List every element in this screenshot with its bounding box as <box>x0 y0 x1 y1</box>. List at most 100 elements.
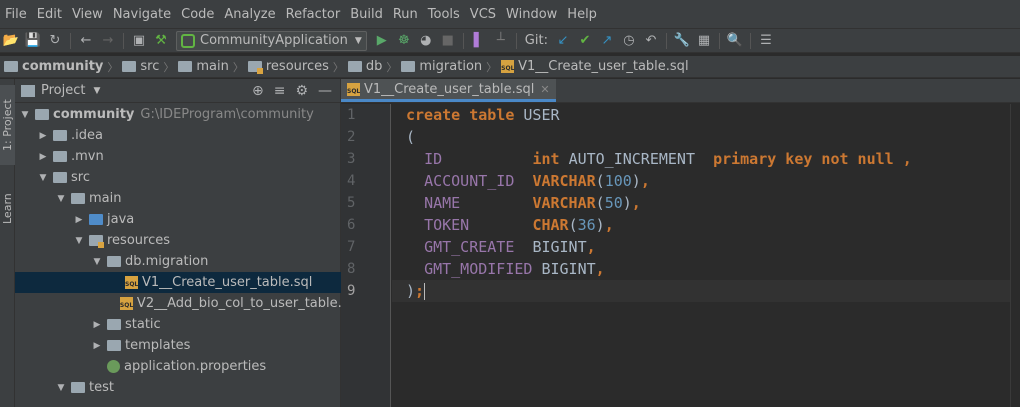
line-number: 3 <box>347 151 356 167</box>
tree-item-label: db.migration <box>125 254 209 269</box>
menu-help[interactable]: Help <box>562 0 602 29</box>
build-project-icon[interactable]: ▌ <box>468 30 490 52</box>
toolbar-divider <box>718 32 720 49</box>
learn-tool-window-button[interactable]: Learn <box>0 179 15 239</box>
menu-run[interactable]: Run <box>388 0 423 29</box>
menu-navigate[interactable]: Navigate <box>108 0 176 29</box>
collapsed-arrow-icon[interactable]: ▶ <box>91 320 103 330</box>
back-arrow-icon[interactable]: ← <box>75 30 97 52</box>
debug-icon[interactable]: ☸ <box>393 30 415 52</box>
menu-build[interactable]: Build <box>345 0 388 29</box>
chevron-down-icon: ▼ <box>354 35 362 46</box>
breadcrumb-item-file[interactable]: SQL V1__Create_user_table.sql <box>501 59 689 74</box>
expanded-arrow-icon[interactable]: ▼ <box>73 236 85 246</box>
menu-tools[interactable]: Tools <box>423 0 465 29</box>
collapsed-arrow-icon[interactable]: ▶ <box>91 341 103 351</box>
breadcrumb-item-resources[interactable]: resources <box>247 59 329 74</box>
tree-row-resources[interactable]: ▼ resources <box>15 230 341 251</box>
tree-item-label: .idea <box>71 128 103 143</box>
line-number: 9 <box>347 283 356 299</box>
tree-row-mvn[interactable]: ▶ .mvn <box>15 146 341 167</box>
collapsed-arrow-icon[interactable]: ▶ <box>73 215 85 225</box>
git-commit-icon[interactable]: ✔ <box>574 30 596 52</box>
folder-icon <box>107 340 121 351</box>
menu-window[interactable]: Window <box>501 0 562 29</box>
tree-row-v1-create-user-table-sql[interactable]: ▶SQLV1__Create_user_table.sql <box>15 272 341 293</box>
gear-icon[interactable]: ⚙ <box>295 83 308 99</box>
line-number: 4 <box>347 173 356 189</box>
breadcrumb-item-main[interactable]: main <box>178 59 229 74</box>
settings-wrench-icon[interactable]: 🔧 <box>671 30 693 52</box>
chevron-right-icon: 〉 <box>232 60 244 74</box>
git-push-icon[interactable]: ↗ <box>596 30 618 52</box>
tree-row-static[interactable]: ▶ static <box>15 314 341 335</box>
breadcrumb-item-src[interactable]: src <box>122 59 159 74</box>
chevron-down-icon[interactable]: ▼ <box>93 86 100 96</box>
chevron-right-icon: 〉 <box>163 60 175 74</box>
line-number: 8 <box>347 261 356 277</box>
tree-row-v2-add-bio-col-to-user-table-sql[interactable]: ▶SQLV2__Add_bio_col_to_user_table.sql <box>15 293 360 314</box>
line-number: 1 <box>347 107 356 123</box>
toolbar-divider <box>70 32 71 49</box>
open-folder-icon[interactable]: 📂 <box>0 30 22 52</box>
coverage-icon[interactable]: ◕ <box>415 30 437 52</box>
forward-arrow-icon[interactable]: → <box>97 30 119 52</box>
tree-row-templates[interactable]: ▶ templates <box>15 335 341 356</box>
tree-row-application-properties[interactable]: ▶application.properties <box>15 356 341 377</box>
project-structure-icon[interactable]: ▦ <box>693 30 715 52</box>
expanded-arrow-icon[interactable]: ▼ <box>55 383 67 393</box>
tree-row-main[interactable]: ▼ main <box>15 188 341 209</box>
menu-analyze[interactable]: Analyze <box>219 0 280 29</box>
collapsed-arrow-icon[interactable]: ▶ <box>37 131 49 141</box>
sync-icon[interactable]: ↻ <box>44 30 66 52</box>
tree-item-label: V2__Add_bio_col_to_user_table.sql <box>136 296 361 311</box>
menu-edit[interactable]: Edit <box>32 0 67 29</box>
git-rollback-icon[interactable]: ↶ <box>640 30 662 52</box>
run-configuration-label: CommunityApplication <box>200 33 348 48</box>
git-update-icon[interactable]: ↙ <box>552 30 574 52</box>
project-view-selector[interactable]: Project <box>41 83 85 98</box>
breadcrumb-item-db[interactable]: db <box>347 59 382 74</box>
project-tool-window-button[interactable]: 1: Project <box>0 85 15 165</box>
collapse-all-icon[interactable]: ≡ <box>274 83 286 99</box>
build-hammer-icon[interactable]: ⚒ <box>150 30 172 52</box>
menu-file[interactable]: File <box>0 0 32 29</box>
tree-row-java[interactable]: ▶ java <box>15 209 341 230</box>
expanded-arrow-icon[interactable]: ▼ <box>91 257 103 267</box>
save-icon[interactable]: 💾 <box>22 30 44 52</box>
menu-vcs[interactable]: VCS <box>465 0 501 29</box>
run-icon[interactable]: ▶ <box>371 30 393 52</box>
expanded-arrow-icon[interactable]: ▼ <box>37 173 49 183</box>
breadcrumb-item-community[interactable]: community <box>4 59 103 74</box>
tree-row-community[interactable]: ▼ community G:\IDEProgram\community <box>15 104 341 125</box>
tasks-icon[interactable]: ☰ <box>755 30 777 52</box>
search-icon[interactable]: 🔍 <box>724 30 746 52</box>
terminal-icon[interactable]: ▣ <box>128 30 150 52</box>
editor-tab[interactable]: SQL V1__Create_user_table.sql ✕ <box>341 79 556 102</box>
tree-row-idea[interactable]: ▶ .idea <box>15 125 341 146</box>
profiler-icon[interactable]: ┴ <box>490 30 512 52</box>
hide-icon[interactable]: — <box>318 83 332 99</box>
menu-code[interactable]: Code <box>176 0 219 29</box>
code-area[interactable]: create table USER ( ID int AUTO_INCREMEN… <box>392 104 1020 407</box>
project-stripe-label: 1: Project <box>1 99 14 151</box>
code-line: create table USER <box>406 106 560 124</box>
expanded-arrow-icon[interactable]: ▼ <box>19 110 31 120</box>
stop-icon[interactable]: ■ <box>437 30 459 52</box>
spring-boot-icon <box>181 33 195 48</box>
git-history-icon[interactable]: ◷ <box>618 30 640 52</box>
menu-view[interactable]: View <box>67 0 108 29</box>
collapsed-arrow-icon[interactable]: ▶ <box>37 152 49 162</box>
run-configuration-dropdown[interactable]: CommunityApplication ▼ <box>176 30 367 51</box>
tree-row-test[interactable]: ▼ test <box>15 377 341 398</box>
tree-row-db-migration[interactable]: ▼ db.migration <box>15 251 341 272</box>
breadcrumb-item-migration[interactable]: migration <box>401 59 482 74</box>
expanded-arrow-icon[interactable]: ▼ <box>55 194 67 204</box>
menu-refactor[interactable]: Refactor <box>281 0 346 29</box>
close-icon[interactable]: ✕ <box>540 83 549 96</box>
locate-target-icon[interactable]: ⊕ <box>252 83 264 99</box>
chevron-right-icon: 〉 <box>386 60 398 74</box>
tree-item-label: application.properties <box>124 359 267 374</box>
tree-row-src[interactable]: ▼ src <box>15 167 341 188</box>
left-tool-stripe: 1: Project Learn <box>0 79 15 407</box>
